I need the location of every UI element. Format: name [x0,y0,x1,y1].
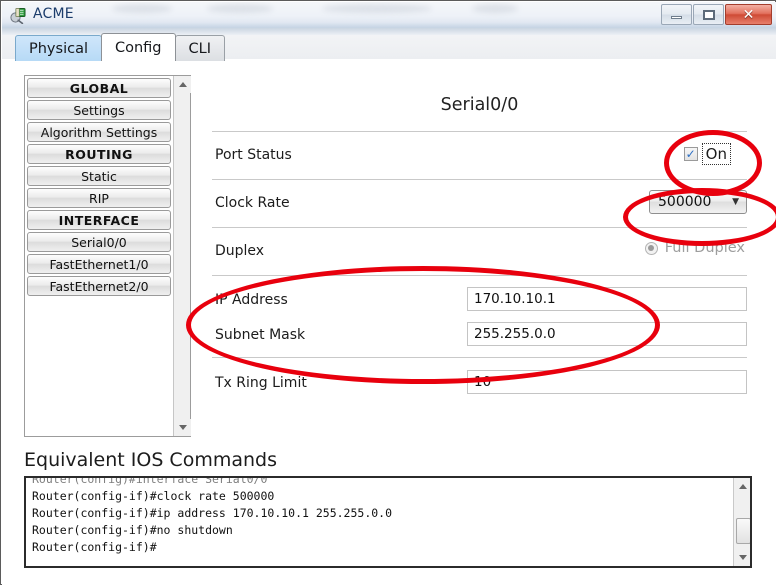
port-status-control[interactable]: ✓ On [683,143,731,165]
ip-address-label: IP Address [215,292,288,308]
ios-line: Router(config)#interface Serial0/0 [32,476,268,486]
ios-commands-lines: Router(config)#interface Serial0/0 Route… [32,476,724,556]
ip-address-input[interactable]: 170.10.10.1 [467,287,747,311]
subnet-mask-input[interactable]: 255.255.0.0 [467,322,747,346]
tab-strip: Physical Config CLI [2,28,776,61]
divider [212,227,747,228]
ios-scroll-down-icon[interactable] [734,549,750,566]
tab-physical-label: Physical [29,40,88,57]
ios-line: Router(config-if)#clock rate 500000 [32,489,275,503]
sidebar-item-routing[interactable]: ROUTING [27,144,171,164]
tx-ring-limit-label: Tx Ring Limit [215,375,307,391]
chevron-down-icon: ▼ [732,197,739,207]
subnet-mask-label: Subnet Mask [215,327,306,343]
sidebar-item-interface[interactable]: INTERFACE [27,210,171,230]
window-frame: ACME ✕ Physical Config CLI GLOBAL Settin… [0,0,776,585]
sidebar-item-serial0-0[interactable]: Serial0/0 [27,232,171,252]
packet-tracer-device-window: ACME ✕ Physical Config CLI GLOBAL Settin… [0,0,776,585]
config-tab-content: GLOBAL Settings Algorithm Settings ROUTI… [2,59,776,585]
sidebar-item-algorithm-settings[interactable]: Algorithm Settings [27,122,171,142]
config-sidebar-list: GLOBAL Settings Algorithm Settings ROUTI… [27,78,171,298]
port-status-label: Port Status [215,147,292,163]
sidebar-item-global[interactable]: GLOBAL [27,78,171,98]
divider [212,179,747,180]
tab-config[interactable]: Config [100,33,176,61]
sidebar-item-static[interactable]: Static [27,166,171,186]
ios-commands-heading: Equivalent IOS Commands [24,449,277,471]
clock-rate-label: Clock Rate [215,195,290,211]
interface-title: Serial0/0 [440,95,519,115]
clock-rate-dropdown[interactable]: 500000 ▼ [649,190,747,214]
sidebar-scroll-up-icon[interactable] [174,76,191,93]
interface-config-panel: Serial0/0 Port Status ✓ On Clock Rate 50… [207,75,752,437]
divider [212,131,747,132]
duplex-label: Duplex [215,243,265,259]
ios-line: Router(config-if)#ip address 170.10.10.1… [32,506,393,520]
ios-scroll-up-icon[interactable] [734,478,750,495]
port-status-checkbox[interactable]: ✓ [683,147,698,161]
maximize-button[interactable] [693,4,724,25]
tx-ring-limit-input[interactable]: 10 [467,370,747,394]
clock-rate-value: 500000 [658,194,712,210]
sidebar-scrollbar[interactable] [173,76,191,436]
sidebar-item-settings[interactable]: Settings [27,100,171,120]
duplex-control: Full Duplex [644,240,745,256]
ios-line: Router(config-if)# [32,540,157,554]
full-duplex-radio [644,241,658,255]
check-icon: ✓ [685,147,696,161]
ios-console-scrollbar[interactable] [733,478,750,566]
tab-physical[interactable]: Physical [15,35,102,61]
tx-ring-limit-value: 10 [474,374,492,390]
tab-config-label: Config [114,39,162,56]
full-duplex-label: Full Duplex [664,240,745,256]
ios-commands-console[interactable]: Router(config)#interface Serial0/0 Route… [24,476,752,568]
divider [212,357,747,358]
router-device-icon [10,8,26,24]
sidebar-item-rip[interactable]: RIP [27,188,171,208]
minimize-button[interactable] [661,4,692,25]
window-controls: ✕ [661,4,772,25]
subnet-mask-value: 255.255.0.0 [474,326,556,342]
ip-address-value: 170.10.10.1 [474,291,556,307]
close-icon: ✕ [742,6,755,23]
ios-line: Router(config-if)#no shutdown [32,523,233,537]
divider [212,275,747,276]
config-sidebar: GLOBAL Settings Algorithm Settings ROUTI… [24,75,191,437]
close-button[interactable]: ✕ [725,4,772,25]
sidebar-scroll-down-icon[interactable] [174,419,191,436]
tab-cli[interactable]: CLI [174,35,225,61]
port-status-value[interactable]: On [701,143,731,165]
window-title: ACME [33,6,74,22]
title-bar: ACME ✕ [2,2,776,28]
tab-cli-label: CLI [188,40,211,57]
ios-scroll-thumb[interactable] [736,518,750,544]
sidebar-item-fastethernet2-0[interactable]: FastEthernet2/0 [27,276,171,296]
sidebar-item-fastethernet1-0[interactable]: FastEthernet1/0 [27,254,171,274]
